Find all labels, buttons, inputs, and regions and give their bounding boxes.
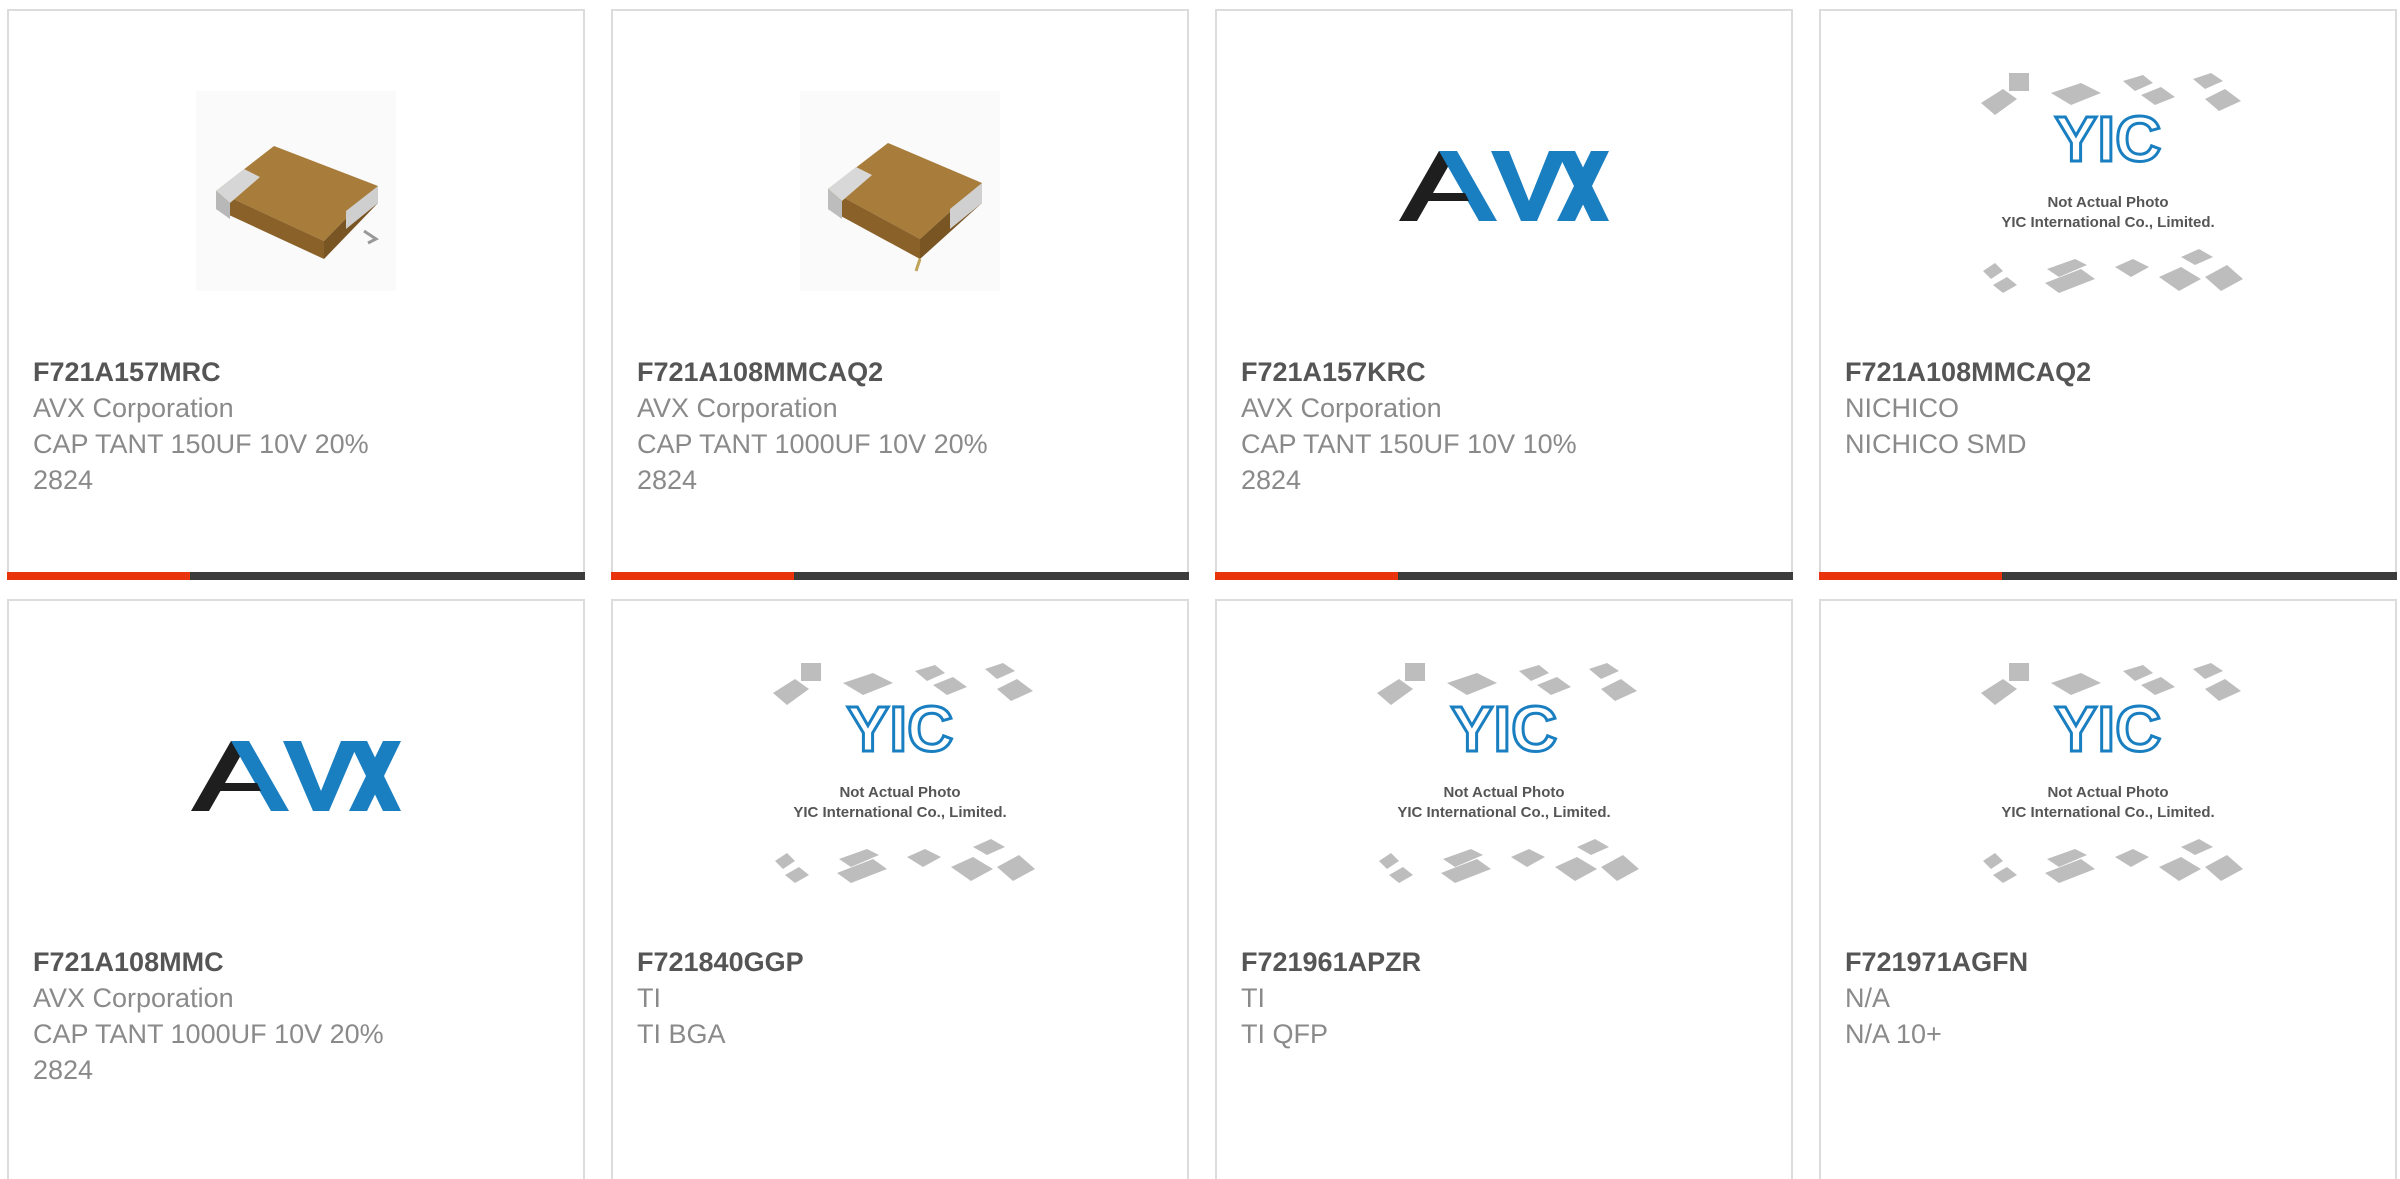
- manufacturer: AVX Corporation: [33, 393, 234, 423]
- product-image: [1217, 71, 1791, 311]
- avx-logo: [1399, 151, 1609, 221]
- product-info: F721961APZR TI TI QFP: [1241, 944, 1421, 1052]
- product-info: F721A157KRC AVX Corporation CAP TANT 150…: [1241, 354, 1577, 498]
- part-number[interactable]: F721971AGFN: [1845, 944, 2028, 980]
- product-grid: F721A157MRC AVX Corporation CAP TANT 150…: [0, 0, 2400, 1179]
- product-card[interactable]: YIC Not Actual Photo YIC International C…: [611, 599, 1189, 1179]
- yic-placeholder-image: YIC Not Actual Photo YIC International C…: [1981, 663, 2243, 883]
- product-image: YIC Not Actual Photo YIC International C…: [613, 661, 1187, 901]
- yic-note-line1: Not Actual Photo: [1443, 784, 1564, 801]
- description: TI QFP: [1241, 1019, 1328, 1049]
- package: 2824: [33, 465, 94, 495]
- yic-logo: YIC: [2055, 693, 2162, 765]
- manufacturer: AVX Corporation: [33, 983, 234, 1013]
- yic-placeholder-image: YIC Not Actual Photo YIC International C…: [1377, 663, 1639, 883]
- product-info: F721A108MMCAQ2 NICHICO NICHICO SMD: [1845, 354, 2091, 462]
- card-accent-bar: [1215, 572, 1793, 580]
- description: CAP TANT 1000UF 10V 20%: [637, 429, 988, 459]
- yic-note-line1: Not Actual Photo: [2047, 784, 2168, 801]
- yic-logo: YIC: [1451, 693, 1558, 765]
- part-number[interactable]: F721A108MMC: [33, 944, 384, 980]
- manufacturer: TI: [637, 983, 661, 1013]
- yic-note-line2: YIC International Co., Limited.: [2001, 214, 2214, 231]
- yic-note-line2: YIC International Co., Limited.: [793, 804, 1006, 821]
- product-card[interactable]: YIC Not Actual Photo YIC International C…: [1819, 9, 2397, 580]
- manufacturer: NICHICO: [1845, 393, 1959, 423]
- package: 2824: [33, 1055, 94, 1085]
- manufacturer: TI: [1241, 983, 1265, 1013]
- part-number[interactable]: F721961APZR: [1241, 944, 1421, 980]
- description: N/A 10+: [1845, 1019, 1942, 1049]
- yic-note-line2: YIC International Co., Limited.: [2001, 804, 2214, 821]
- card-accent-bar: [611, 572, 1189, 580]
- yic-note-line1: Not Actual Photo: [839, 784, 960, 801]
- manufacturer: AVX Corporation: [637, 393, 838, 423]
- product-card[interactable]: F721A108MMCAQ2 AVX Corporation CAP TANT …: [611, 9, 1189, 580]
- package: 2824: [1241, 465, 1302, 495]
- tantalum-capacitor-photo: [800, 91, 1000, 291]
- product-image: [9, 661, 583, 901]
- manufacturer: AVX Corporation: [1241, 393, 1442, 423]
- description: CAP TANT 1000UF 10V 20%: [33, 1019, 384, 1049]
- product-info: F721A157MRC AVX Corporation CAP TANT 150…: [33, 354, 369, 498]
- part-number[interactable]: F721A108MMCAQ2: [637, 354, 988, 390]
- description: CAP TANT 150UF 10V 10%: [1241, 429, 1577, 459]
- product-info: F721A108MMCAQ2 AVX Corporation CAP TANT …: [637, 354, 988, 498]
- part-number[interactable]: F721A157KRC: [1241, 354, 1577, 390]
- product-card[interactable]: YIC Not Actual Photo YIC International C…: [1819, 599, 2397, 1179]
- product-info: F721A108MMC AVX Corporation CAP TANT 100…: [33, 944, 384, 1088]
- product-info: F721840GGP TI TI BGA: [637, 944, 804, 1052]
- product-card[interactable]: F721A157MRC AVX Corporation CAP TANT 150…: [7, 9, 585, 580]
- avx-logo: [191, 741, 401, 811]
- product-card[interactable]: YIC Not Actual Photo YIC International C…: [1215, 599, 1793, 1179]
- product-image: YIC Not Actual Photo YIC International C…: [1217, 661, 1791, 901]
- description: TI BGA: [637, 1019, 726, 1049]
- product-card[interactable]: F721A108MMC AVX Corporation CAP TANT 100…: [7, 599, 585, 1179]
- product-image: [613, 71, 1187, 311]
- yic-placeholder-image: YIC Not Actual Photo YIC International C…: [773, 663, 1035, 883]
- yic-logo: YIC: [847, 693, 954, 765]
- card-accent-bar: [1819, 572, 2397, 580]
- product-image: YIC Not Actual Photo YIC International C…: [1821, 71, 2395, 311]
- part-number[interactable]: F721A157MRC: [33, 354, 369, 390]
- tantalum-capacitor-photo: [196, 91, 396, 291]
- package: 2824: [637, 465, 698, 495]
- product-info: F721971AGFN N/A N/A 10+: [1845, 944, 2028, 1052]
- yic-note-line1: Not Actual Photo: [2047, 194, 2168, 211]
- yic-note-line2: YIC International Co., Limited.: [1397, 804, 1610, 821]
- yic-logo: YIC: [2055, 103, 2162, 175]
- manufacturer: N/A: [1845, 983, 1891, 1013]
- part-number[interactable]: F721840GGP: [637, 944, 804, 980]
- description: NICHICO SMD: [1845, 429, 2027, 459]
- product-image: [9, 71, 583, 311]
- product-card[interactable]: F721A157KRC AVX Corporation CAP TANT 150…: [1215, 9, 1793, 580]
- description: CAP TANT 150UF 10V 20%: [33, 429, 369, 459]
- yic-placeholder-image: YIC Not Actual Photo YIC International C…: [1981, 73, 2243, 293]
- part-number[interactable]: F721A108MMCAQ2: [1845, 354, 2091, 390]
- card-accent-bar: [7, 572, 585, 580]
- product-image: YIC Not Actual Photo YIC International C…: [1821, 661, 2395, 901]
